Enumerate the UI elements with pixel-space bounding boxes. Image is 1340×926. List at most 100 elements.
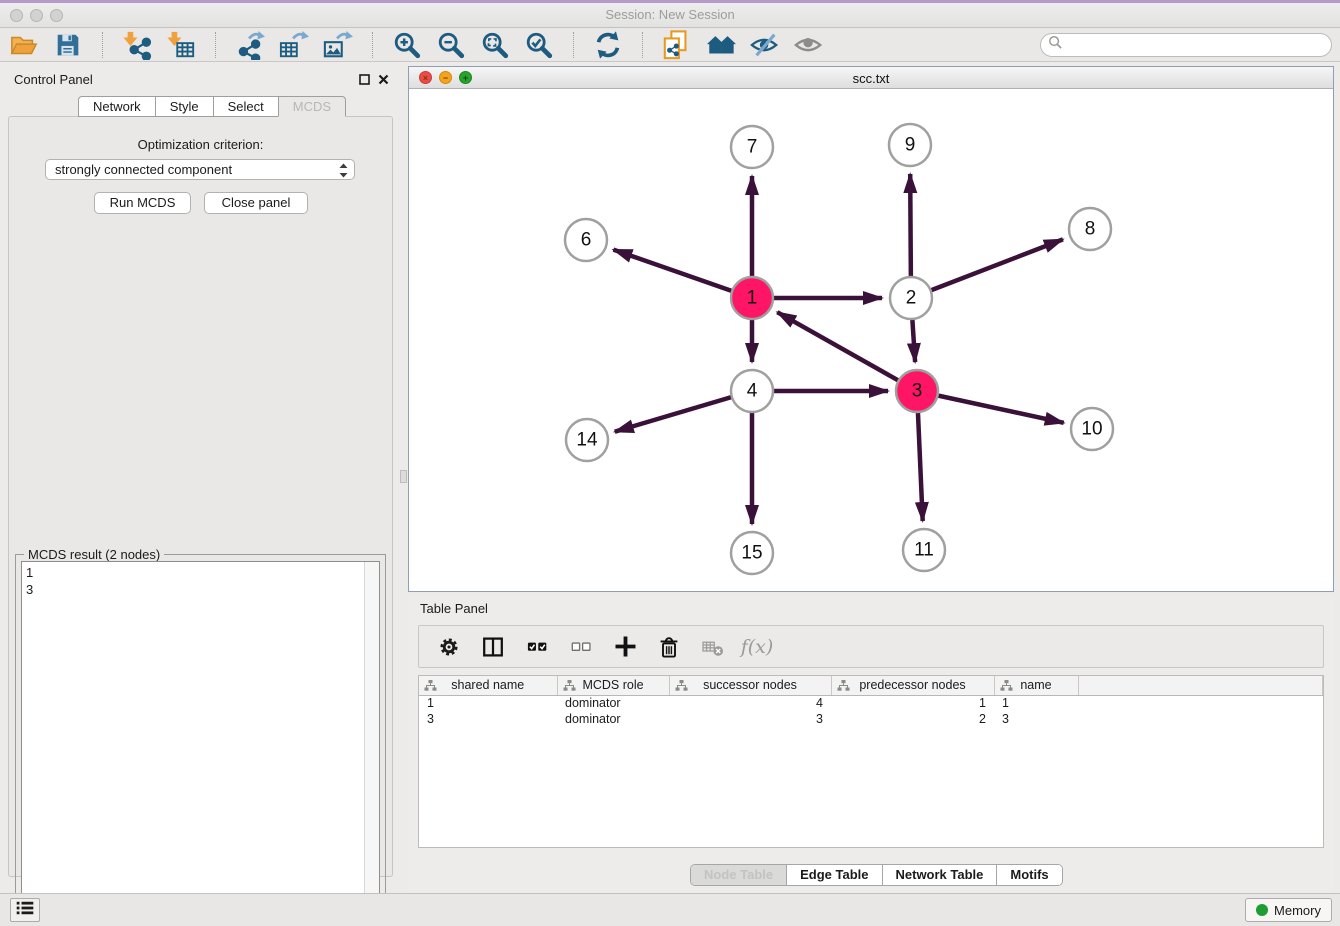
graph-node-label-11: 11 [914,540,934,561]
function-builder-icon: f(x) [743,633,771,661]
tab-network[interactable]: Network [78,96,155,117]
node-table-grid: shared name MCDS role successor nodes prede… [419,676,1323,727]
toolbar-separator [372,32,373,58]
tab-style[interactable]: Style [155,96,213,117]
mcds-panel: Optimization criterion: strongly connect… [8,116,393,877]
window-titlebar: Session: New Session [0,0,1340,28]
table-panel: Table Panel f(x) shared nameMCDS rolesuc… [408,595,1334,893]
criterion-dropdown[interactable]: strongly connected component [45,159,355,180]
column-type-icon [837,679,850,695]
table-row[interactable]: 1dominator411 [419,695,1323,711]
table-row[interactable]: 3dominator323 [419,711,1323,727]
network-window-titlebar[interactable]: × − + scc.txt [409,67,1333,89]
tab-edge-table[interactable]: Edge Table [787,865,882,885]
list-icon [16,900,34,921]
graph-node-label-14: 14 [576,430,598,451]
delete-row-icon[interactable] [655,633,683,661]
tab-mcds[interactable]: MCDS [278,96,346,117]
tab-motifs[interactable]: Motifs [997,865,1061,885]
add-row-icon[interactable] [611,633,639,661]
network-graph: 7968124314101511 [409,89,1333,591]
search-field[interactable] [1040,33,1332,57]
network-window-title: scc.txt [409,71,1333,86]
table-settings-icon[interactable] [435,633,463,661]
network-overview-icon[interactable] [705,29,737,61]
mcds-result-text[interactable]: 13 [21,561,380,920]
column-header-MCDS-role[interactable]: MCDS role [557,676,669,695]
mcds-result-title: MCDS result (2 nodes) [24,547,164,562]
graph-edge-2-8[interactable] [911,239,1063,298]
close-panel-icon[interactable] [377,73,390,86]
graph-edge-3-10[interactable] [917,391,1064,423]
graph-node-label-8: 8 [1085,219,1096,240]
graph-node-label-3: 3 [912,381,923,402]
table-toolbar: f(x) [418,625,1324,668]
network-view-window: × − + scc.txt 7968124314101511 [408,66,1334,592]
memory-label: Memory [1274,903,1321,918]
table-cell: 1 [419,695,557,711]
deselect-all-checkboxes-icon[interactable] [567,633,595,661]
graph-node-label-2: 2 [906,288,917,309]
result-scrollbar[interactable] [364,562,379,919]
window-title: Session: New Session [0,7,1340,22]
select-all-checkboxes-icon[interactable] [523,633,551,661]
split-columns-icon[interactable] [479,633,507,661]
status-bar: Memory [0,893,1340,926]
column-header-successor-nodes[interactable]: successor nodes [669,676,831,695]
graph-edge-3-1[interactable] [777,312,917,391]
open-session-icon[interactable] [8,29,40,61]
export-network-icon[interactable] [234,29,266,61]
toolbar-separator [102,32,103,58]
table-cell: 3 [994,711,1078,727]
vertical-splitter-grip[interactable] [400,470,407,483]
main-toolbar [0,28,1340,62]
column-type-icon [563,679,576,695]
network-graph-canvas[interactable]: 7968124314101511 [409,89,1333,591]
tab-select[interactable]: Select [213,96,278,117]
toolbar-separator [215,32,216,58]
column-type-icon [424,679,437,695]
search-input[interactable] [1063,37,1331,54]
application-window: Session: New Session Control Panel Netwo… [0,0,1340,926]
zoom-out-icon[interactable] [435,29,467,61]
save-session-icon[interactable] [52,29,84,61]
export-image-icon[interactable] [322,29,354,61]
table-cell: 4 [669,695,831,711]
tab-node-table[interactable]: Node Table [691,865,787,885]
table-cell: dominator [557,711,669,727]
table-cell: 2 [831,711,994,727]
table-browser-tabs: Node TableEdge TableNetwork TableMotifs [690,864,1063,886]
float-panel-icon[interactable] [358,73,371,86]
result-line: 1 [26,564,379,581]
export-table-icon[interactable] [278,29,310,61]
column-label: shared name [451,678,524,692]
column-label: predecessor nodes [859,678,965,692]
task-history-button[interactable] [10,898,40,922]
zoom-in-icon[interactable] [391,29,423,61]
column-header-predecessor-nodes[interactable]: predecessor nodes [831,676,994,695]
zoom-fit-icon[interactable] [479,29,511,61]
main-toolbar-icons [8,29,825,61]
column-header-name[interactable]: name [994,676,1078,695]
mcds-result-group: MCDS result (2 nodes) 13 [15,554,386,926]
refresh-icon[interactable] [592,29,624,61]
table-cell: 3 [419,711,557,727]
column-header-shared-name[interactable]: shared name [419,676,557,695]
zoom-selected-icon[interactable] [523,29,555,61]
graph-node-label-1: 1 [747,288,758,309]
control-panel-title: Control Panel [14,72,93,87]
tab-network-table[interactable]: Network Table [883,865,998,885]
column-label: successor nodes [703,678,797,692]
import-network-icon[interactable] [121,29,153,61]
hide-graphics-details-icon[interactable] [749,29,781,61]
import-table-icon[interactable] [165,29,197,61]
memory-indicator-dot [1256,904,1268,916]
run-mcds-button[interactable]: Run MCDS [94,192,191,214]
search-icon [1048,35,1063,55]
graph-node-label-6: 6 [581,230,592,251]
memory-button[interactable]: Memory [1245,898,1332,922]
clone-network-icon[interactable] [661,29,693,61]
column-type-icon [675,679,688,695]
criterion-value: strongly connected component [55,162,232,177]
close-panel-button[interactable]: Close panel [204,192,308,214]
